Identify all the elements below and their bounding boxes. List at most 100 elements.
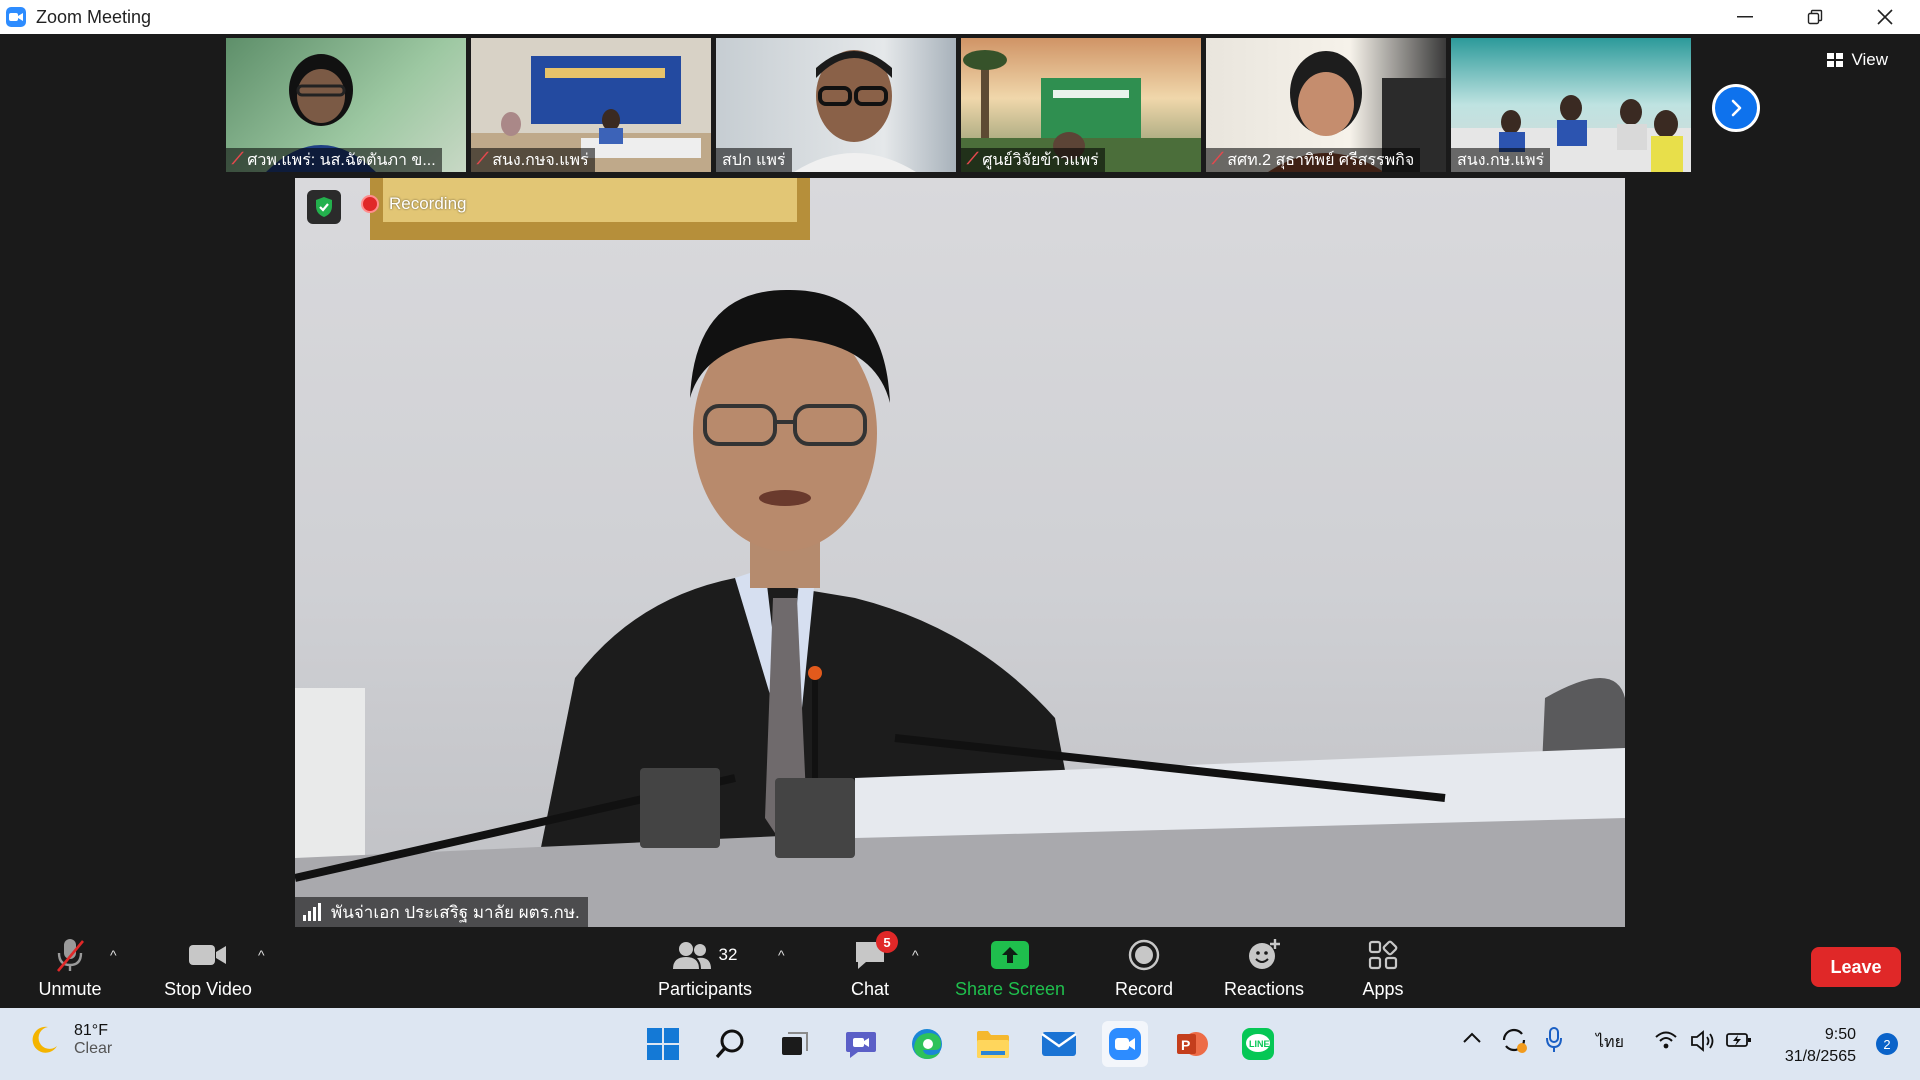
share-screen-button[interactable]: Share Screen bbox=[950, 927, 1070, 1008]
participant-name-text: สศท.2 สุธาทิพย์ ศรีสรรพกิจ bbox=[1227, 151, 1415, 169]
search-icon bbox=[715, 1029, 744, 1059]
participant-name-text: สนง.กษจ.แพร่ bbox=[492, 151, 589, 169]
windows-logo-icon bbox=[647, 1028, 679, 1060]
participant-name: ⟋ สศท.2 สุธาทิพย์ ศรีสรรพกิจ bbox=[1206, 148, 1421, 172]
folder-icon bbox=[977, 1031, 1009, 1058]
record-button[interactable]: Record bbox=[1104, 927, 1184, 1008]
smiley-add-icon bbox=[1249, 939, 1280, 969]
moon-icon bbox=[32, 1026, 57, 1053]
participants-icon bbox=[672, 942, 711, 969]
participant-tile[interactable]: สปก แพร่ bbox=[716, 38, 956, 172]
participant-name: สปก แพร่ bbox=[716, 148, 792, 172]
wifi-icon bbox=[1655, 1031, 1677, 1049]
video-options-caret-icon[interactable]: ^ bbox=[258, 947, 265, 963]
meeting-toolbar: Unmute ^ Stop Video ^ 32 Participants ^ … bbox=[0, 927, 1920, 1008]
notification-badge[interactable]: 2 bbox=[1876, 1033, 1898, 1055]
recording-indicator: Recording bbox=[361, 194, 467, 214]
participant-tile[interactable]: ⟋ สศท.2 สุธาทิพย์ ศรีสรรพกิจ bbox=[1206, 38, 1446, 172]
title-bar: Zoom Meeting bbox=[0, 0, 1920, 34]
zoom-icon bbox=[1109, 1028, 1141, 1060]
weather-temperature: 81°F bbox=[74, 1022, 108, 1039]
chat-button[interactable]: 5 Chat bbox=[830, 927, 910, 1008]
line-app-button[interactable]: LINE bbox=[1235, 1021, 1281, 1067]
svg-text:LINE: LINE bbox=[1249, 1039, 1270, 1049]
muted-mic-icon: ⟋ bbox=[967, 151, 979, 168]
speaker-video-frame bbox=[295, 178, 1625, 927]
unmute-label: Unmute bbox=[38, 979, 102, 999]
participants-label: Participants bbox=[657, 979, 753, 999]
encryption-shield-icon[interactable] bbox=[307, 190, 341, 224]
participant-name-text: สนง.กษ.แพร่ bbox=[1457, 151, 1545, 169]
chat-label: Chat bbox=[850, 979, 890, 999]
wifi-button[interactable] bbox=[1654, 1030, 1678, 1050]
muted-mic-icon: ⟋ bbox=[232, 151, 244, 168]
microphone-tray-button[interactable] bbox=[1544, 1026, 1564, 1054]
reactions-label: Reactions bbox=[1223, 979, 1305, 999]
mail-button[interactable] bbox=[1036, 1021, 1082, 1067]
view-button[interactable]: View bbox=[1819, 46, 1896, 74]
stop-video-label: Stop Video bbox=[164, 979, 252, 999]
start-button[interactable] bbox=[640, 1021, 686, 1067]
close-button[interactable] bbox=[1850, 0, 1920, 34]
powerpoint-icon: P bbox=[1177, 1032, 1208, 1056]
clock-date: 31/8/2565 bbox=[1784, 1048, 1856, 1065]
zoom-taskbar-button[interactable] bbox=[1102, 1021, 1148, 1067]
chevron-right-icon bbox=[1731, 99, 1742, 117]
powerpoint-button[interactable]: P bbox=[1169, 1021, 1215, 1067]
stop-video-button[interactable]: Stop Video bbox=[158, 927, 258, 1008]
show-hidden-icons-button[interactable] bbox=[1462, 1030, 1482, 1044]
chat-options-caret-icon[interactable]: ^ bbox=[912, 947, 919, 963]
participant-tile[interactable]: ⟋ ศวพ.แพร่: นส.ฉัตตันภา ข... bbox=[226, 38, 466, 172]
edge-icon bbox=[912, 1029, 942, 1059]
leave-button[interactable]: Leave bbox=[1811, 947, 1901, 987]
taskbar-search-button[interactable] bbox=[707, 1021, 753, 1067]
file-explorer-button[interactable] bbox=[970, 1021, 1016, 1067]
muted-mic-icon: ⟋ bbox=[477, 151, 489, 168]
reactions-button[interactable]: Reactions bbox=[1218, 927, 1310, 1008]
window-title: Zoom Meeting bbox=[36, 6, 152, 27]
audio-options-caret-icon[interactable]: ^ bbox=[110, 947, 117, 963]
chat-unread-badge: 5 bbox=[876, 931, 898, 953]
participant-name-text: สปก แพร่ bbox=[722, 151, 786, 169]
recording-label: Recording bbox=[389, 194, 467, 213]
speaker-icon bbox=[1691, 1030, 1714, 1052]
system-clock[interactable]: 9:50 31/8/2565 bbox=[1785, 1024, 1856, 1068]
record-icon bbox=[1128, 939, 1160, 971]
task-view-button[interactable] bbox=[772, 1021, 818, 1067]
minimize-button[interactable] bbox=[1710, 0, 1780, 34]
participant-name-text: ศูนย์วิจัยข้าวแพร่ bbox=[982, 151, 1099, 169]
apps-button[interactable]: Apps bbox=[1343, 927, 1423, 1008]
windows-taskbar: 81°F Clear P LINE ไทย 9:50 31/8/2565 2 bbox=[0, 1008, 1920, 1080]
active-speaker-video[interactable]: Recording พันจ่าเอก ประเสริฐ มาลัย ผตร.ก… bbox=[295, 178, 1625, 927]
restore-button[interactable] bbox=[1780, 0, 1850, 34]
input-language-button[interactable]: ไทย bbox=[1596, 1030, 1624, 1055]
svg-text:P: P bbox=[1181, 1037, 1190, 1053]
weather-description: Clear bbox=[74, 1040, 113, 1057]
participant-tile[interactable]: ⟋ สนง.กษจ.แพร่ bbox=[471, 38, 711, 172]
teams-chat-button[interactable] bbox=[838, 1021, 884, 1067]
participant-tile[interactable]: สนง.กษ.แพร่ bbox=[1451, 38, 1691, 172]
video-camera-icon bbox=[189, 945, 226, 965]
muted-mic-icon: ⟋ bbox=[1212, 151, 1224, 168]
teams-chat-icon bbox=[846, 1032, 876, 1058]
participant-name: ⟋ ศวพ.แพร่: นส.ฉัตตันภา ข... bbox=[226, 148, 442, 172]
participant-name: ⟋ สนง.กษจ.แพร่ bbox=[471, 148, 595, 172]
next-page-button[interactable] bbox=[1712, 84, 1760, 132]
battery-charging-icon bbox=[1726, 1033, 1751, 1047]
volume-button[interactable] bbox=[1690, 1030, 1716, 1052]
meeting-stage: ⟋ ศวพ.แพร่: นส.ฉัตตันภา ข... ⟋ สนง.กษจ.แ… bbox=[0, 34, 1920, 927]
participant-name: ⟋ ศูนย์วิจัยข้าวแพร่ bbox=[961, 148, 1105, 172]
edge-browser-button[interactable] bbox=[904, 1021, 950, 1067]
participants-button[interactable]: 32 Participants bbox=[650, 927, 760, 1008]
task-view-icon bbox=[782, 1032, 808, 1055]
microphone-muted-icon bbox=[57, 939, 84, 972]
sync-status-button[interactable] bbox=[1500, 1026, 1528, 1054]
signal-strength-icon bbox=[303, 903, 321, 921]
unmute-button[interactable]: Unmute bbox=[30, 927, 110, 1008]
participants-options-caret-icon[interactable]: ^ bbox=[778, 947, 785, 963]
participants-count: 32 bbox=[718, 945, 738, 964]
battery-button[interactable] bbox=[1726, 1030, 1752, 1050]
participant-tile[interactable]: ⟋ ศูนย์วิจัยข้าวแพร่ bbox=[961, 38, 1201, 172]
apps-icon bbox=[1368, 940, 1398, 970]
weather-widget[interactable]: 81°F Clear bbox=[28, 1022, 112, 1058]
